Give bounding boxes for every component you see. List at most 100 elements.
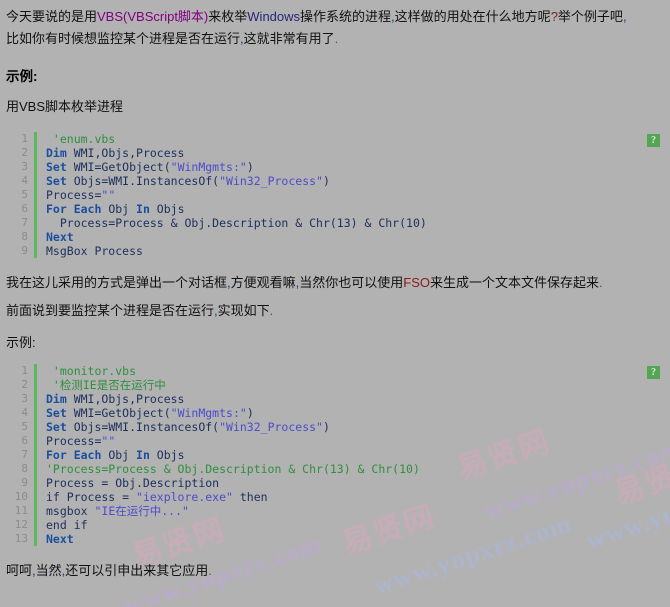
code-line-text[interactable]: MsgBox Process [37, 244, 666, 258]
line-number: 6 [21, 434, 28, 447]
code-token-keyword: Next [46, 230, 74, 244]
example-heading-1: 示例: [6, 69, 38, 84]
code-token-comment: '检测IE是否在运行中 [46, 378, 166, 392]
code-line-text[interactable]: Dim WMI,Objs,Process [37, 392, 666, 406]
intro-text-b: 来枚举 [208, 9, 248, 24]
code-line: 13 Next [4, 532, 666, 546]
code-line-text[interactable]: Set Objs=WMI.InstancesOf("Win32_Process"… [37, 174, 666, 188]
code-line: 7 For Each Obj In Objs [4, 448, 666, 462]
code-token-string: "" [101, 434, 116, 448]
code-line-text[interactable]: Process=Process & Obj.Description & Chr(… [37, 216, 666, 230]
spacer-mid-2 [4, 322, 666, 332]
code-token-ident: ) [246, 406, 254, 420]
intro-paragraph: 今天要说的是用VBS(VBScript脚本)来枚举Windows操作系统的进程,… [4, 6, 666, 50]
code-token-keyword: For Each [46, 448, 102, 462]
code-token-ident: Objs=WMI.InstancesOf( [66, 420, 220, 434]
line-number: 7 [21, 448, 28, 461]
code-token-keyword: Next [46, 532, 74, 546]
line-number: 2 [21, 378, 28, 391]
spacer-before-code-1 [4, 118, 666, 132]
line-number: 9 [21, 476, 28, 489]
code-token-string: "WinMgmts:" [170, 160, 247, 174]
code-token-keyword: Set [46, 420, 67, 434]
code-line-text[interactable]: 'Process=Process & Obj.Description & Chr… [37, 462, 666, 476]
monitor-text-a: 前面说到要监控某个进程是否在运行 [6, 303, 215, 318]
code-token-keyword: Set [46, 160, 67, 174]
article-body: 今天要说的是用VBS(VBScript脚本)来枚举Windows操作系统的进程,… [0, 0, 670, 582]
code-token-ident: ) [246, 160, 254, 174]
code-line: 6 For Each Obj In Objs [4, 202, 666, 216]
code-line-text[interactable]: 'enum.vbs [37, 132, 666, 146]
line-number: 4 [21, 174, 28, 187]
intro-comma-2: , [622, 9, 627, 24]
code-line-text[interactable]: 'monitor.vbs [37, 364, 666, 378]
fso-text-a: 我在这儿采用的方式是弹出一个对话框 [6, 275, 228, 290]
monitor-text-b: 实现如下 [217, 303, 270, 318]
intro-text-a: 今天要说的是用 [6, 9, 98, 24]
code-block-enum-vbs[interactable]: ? 1 'enum.vbs 2 Dim WMI,Objs,Process 3 Set W… [4, 132, 666, 258]
spacer-after-intro [4, 52, 666, 66]
code-token-ident: if Process = [46, 490, 137, 504]
code-line: 8 Next [4, 230, 666, 244]
intro2-text-a: 比如你有时候想监控某个进程是否在运行 [6, 31, 241, 46]
code-line-text[interactable]: Set WMI=GetObject("WinMgmts:") [37, 160, 666, 174]
code-line: 12 end if [4, 518, 666, 532]
example-heading-2: 示例: [6, 335, 36, 350]
code-block-monitor-vbs[interactable]: ? 1 'monitor.vbs 2 '检测IE是否在运行中 3 Dim WMI,Ob… [4, 364, 666, 546]
code-token-keyword: In [136, 202, 150, 216]
fso-text-c: 当然你也可以使用 [299, 275, 404, 290]
code-line-text[interactable]: For Each Obj In Objs [37, 202, 666, 216]
line-number: 1 [21, 132, 28, 145]
spacer-after-code-2 [4, 546, 666, 560]
fso-text-d: 来生成一个文本文件保存起来 [430, 275, 600, 290]
line-number: 11 [14, 504, 28, 517]
line-number: 13 [14, 532, 28, 545]
code-token-ident: ) [322, 420, 330, 434]
line-number: 8 [21, 462, 28, 475]
code-line-text[interactable]: Set Objs=WMI.InstancesOf("Win32_Process"… [37, 420, 666, 434]
line-number: 3 [21, 392, 28, 405]
code-token-ident: end if [46, 518, 88, 532]
code-line-text[interactable]: end if [37, 518, 666, 532]
fso-keyword: FSO [403, 275, 431, 290]
code-line-text[interactable]: Next [37, 230, 666, 244]
spacer-after-heading-1 [4, 88, 666, 96]
code-token-ident: msgbox [46, 504, 95, 518]
code-line-text[interactable]: if Process = "iexplore.exe" then [37, 490, 666, 504]
code-token-ident: MsgBox Process [46, 244, 143, 258]
page-root: 易贤网 www.ynpxrz.com 易贤网 www.ynpxrz.com 易贤网 www… [0, 0, 670, 607]
example-subtitle-1: 用VBS脚本枚举进程 [6, 99, 124, 114]
code-line-text[interactable]: msgbox "IE在运行中..." [37, 504, 666, 518]
code-line: 8 'Process=Process & Obj.Description & Ch… [4, 462, 666, 476]
intro2-period: . [334, 31, 339, 46]
code-line: 2 Dim WMI,Objs,Process [4, 146, 666, 160]
code-line-text[interactable]: Process="" [37, 188, 666, 202]
code-line: 2 '检测IE是否在运行中 [4, 378, 666, 392]
code-token-comment: 'Process=Process & Obj.Description & Chr… [46, 462, 420, 476]
code-line-text[interactable]: Process = Obj.Description [37, 476, 666, 490]
closing-text-c: 还可以引申出来其它应用 [65, 563, 209, 578]
spacer-before-code-2 [4, 354, 666, 364]
code-line-text[interactable]: '检测IE是否在运行中 [37, 378, 666, 392]
intro-text-c: 操作系统的进程 [300, 9, 392, 24]
code-token-ident: WMI=GetObject( [66, 406, 171, 420]
line-number: 3 [21, 160, 28, 173]
code-token-ident: Process=Process & Obj.Description & Chr(… [46, 216, 427, 230]
broken-image-icon[interactable]: ? [647, 366, 660, 379]
code-line: 9 Process = Obj.Description [4, 476, 666, 490]
code-line-text[interactable]: Process="" [37, 434, 666, 448]
code-line-text[interactable]: For Each Obj In Objs [37, 448, 666, 462]
code-line: 9 MsgBox Process [4, 244, 666, 258]
code-lines-container: 1 'monitor.vbs 2 '检测IE是否在运行中 3 Dim WMI,Objs… [4, 364, 666, 546]
line-number: 12 [14, 518, 28, 531]
code-token-ident: Process = Obj.Description [46, 476, 220, 490]
code-line-text[interactable]: Next [37, 532, 666, 546]
line-number: 9 [21, 244, 28, 257]
code-line: 6 Process="" [4, 434, 666, 448]
line-number: 5 [21, 188, 28, 201]
code-line-text[interactable]: Dim WMI,Objs,Process [37, 146, 666, 160]
code-line-text[interactable]: Set WMI=GetObject("WinMgmts:") [37, 406, 666, 420]
monitor-intro-paragraph: 前面说到要监控某个进程是否在运行,实现如下. [4, 300, 666, 322]
intro-paragraph-line-2: 比如你有时候想监控某个进程是否在运行,这就非常有用了. [4, 28, 666, 50]
broken-image-icon[interactable]: ? [647, 134, 660, 147]
